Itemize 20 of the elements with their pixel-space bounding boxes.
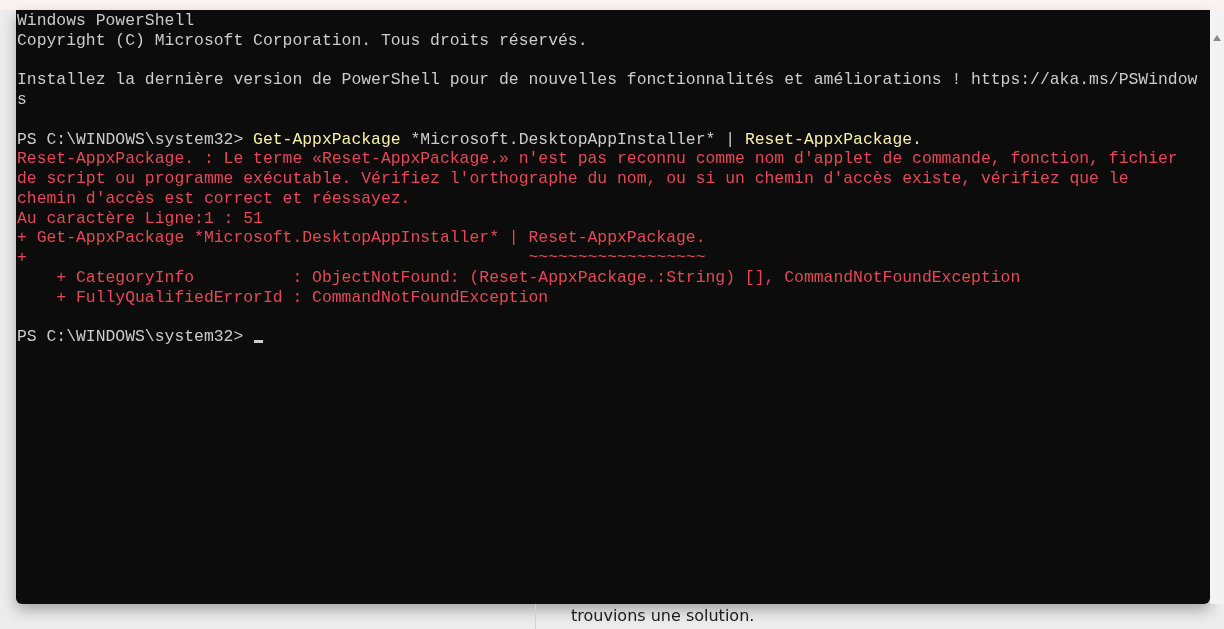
error-line: + ~~~~~~~~~~~~~~~~~~ (17, 248, 707, 268)
error-line: + CategoryInfo : ObjectNotFound: (Reset-AppxPackage.:String) [], CommandNotFoundException (55, 267, 1022, 288)
output-line: s (17, 90, 28, 110)
command-name: Get-AppxPackage (253, 129, 401, 149)
output-line: Copyright (C) Microsoft Corporation. Tous droits réservés. (17, 30, 589, 51)
background-text: trouvions une solution. (571, 605, 755, 627)
scrollbar[interactable] (1210, 10, 1224, 604)
output-line: Installez la dernière version de PowerShell pour de nouvelles fonctionnalités et améliorations ! https://aka.ms/PSWindow (17, 70, 1199, 90)
command-name: Reset-AppxPackage. (744, 129, 922, 149)
error-line: Au caractère Ligne:1 : 51 (17, 208, 264, 229)
command-argument: *Microsoft.DesktopAppInstaller* | (409, 129, 737, 149)
output-line: Windows PowerShell (17, 11, 196, 31)
scroll-up-icon[interactable] (1213, 35, 1221, 41)
prompt-text: PS C:\WINDOWS\system32> (17, 129, 245, 149)
error-line: de script ou programme exécutable. Vérifiez l'orthographe du nom, ou si un chemin d'accès existe, vérifiez que le (17, 169, 1130, 189)
error-line: + FullyQualifiedErrorId : CommandNotFoundException (55, 287, 550, 308)
prompt-text: PS C:\WINDOWS\system32> (17, 327, 245, 346)
error-line: chemin d'accès est correct et réessayez. (17, 188, 412, 209)
error-line: + Get-AppxPackage *Microsoft.DesktopAppInstaller* | Reset-AppxPackage. (17, 228, 707, 248)
error-line: Reset-AppxPackage. : Le terme «Reset-AppxPackage.» n'est pas reconnu comme nom d'applet de commande, fonction, fichier (17, 149, 1179, 169)
